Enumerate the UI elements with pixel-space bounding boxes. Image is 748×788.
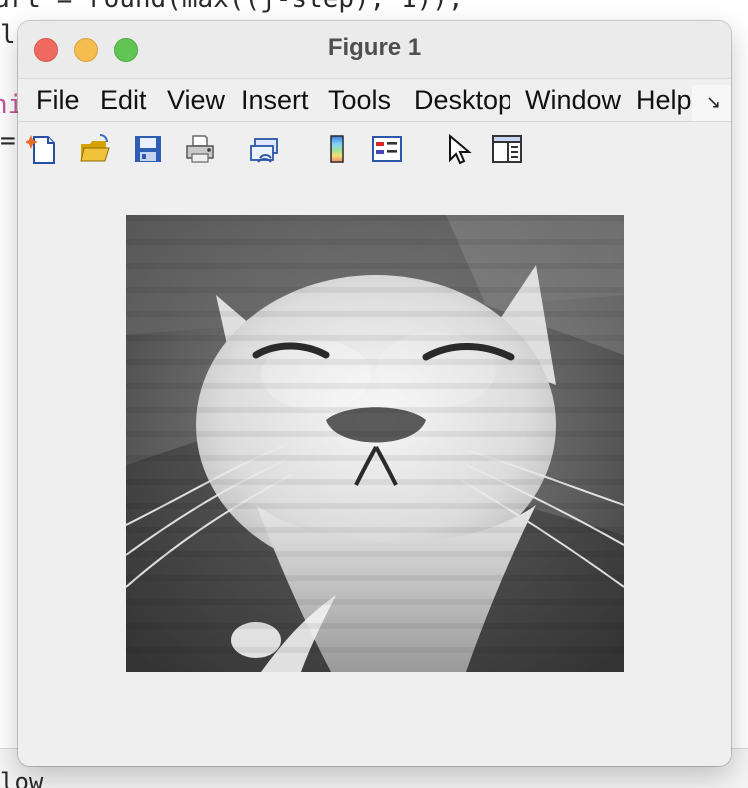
link-axes-icon <box>250 138 278 163</box>
pointer-arrow-icon <box>449 133 472 165</box>
pointer-button[interactable] <box>442 132 476 166</box>
property-inspector-button[interactable] <box>490 132 524 166</box>
bottom-text: low <box>0 768 44 788</box>
window-title: Figure 1 <box>327 34 422 61</box>
menu-overflow-button[interactable]: ↘ <box>692 85 731 126</box>
grayscale-cat-image <box>126 215 624 672</box>
property-inspector-icon <box>492 135 522 163</box>
titlebar: Figure 1 <box>18 21 731 78</box>
legend-icon <box>372 136 402 162</box>
new-figure-button[interactable] <box>24 132 60 166</box>
menu-edit[interactable]: Edit <box>100 85 152 115</box>
code-line-4: = <box>0 126 16 156</box>
save-icon <box>135 136 161 162</box>
legend-button[interactable] <box>370 132 404 166</box>
menu-insert[interactable]: Insert <box>241 85 311 115</box>
menu-file[interactable]: File <box>36 85 84 115</box>
print-button[interactable] <box>183 132 217 166</box>
open-file-icon <box>80 134 110 162</box>
save-button[interactable] <box>131 132 165 166</box>
code-line-2: l <box>0 20 16 50</box>
print-icon <box>186 135 214 163</box>
open-file-button[interactable] <box>78 132 112 166</box>
menu-tools[interactable]: Tools <box>328 85 400 115</box>
link-axes-button[interactable] <box>248 132 282 166</box>
colorbar-icon <box>330 135 344 163</box>
colorbar-button[interactable] <box>320 132 354 166</box>
menu-help[interactable]: Help <box>636 85 696 115</box>
menu-window[interactable]: Window <box>525 85 621 115</box>
new-figure-icon <box>24 135 55 164</box>
menu-desktop[interactable]: Desktop <box>414 85 510 115</box>
overflow-arrow-icon: ↘ <box>706 92 722 113</box>
menu-view[interactable]: View <box>167 85 227 115</box>
menu-bar: File Edit View Insert Tools Desktop Wind… <box>18 78 731 122</box>
cat-photo <box>126 215 624 672</box>
figure-canvas[interactable] <box>18 178 731 766</box>
code-line-1: art = round(max((j-step), 1)); <box>0 0 464 14</box>
figure-window: Figure 1 File Edit View Insert Tools Des… <box>18 21 731 766</box>
toolbar <box>18 121 731 179</box>
